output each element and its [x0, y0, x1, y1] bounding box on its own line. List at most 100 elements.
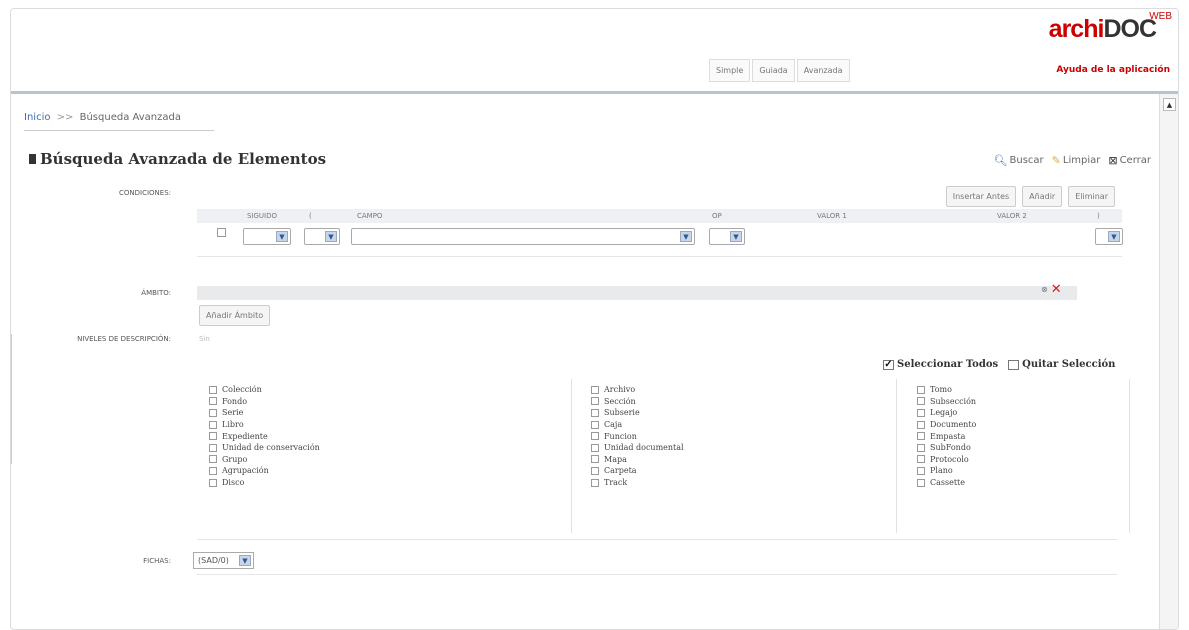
list-item[interactable]: Legajo [917, 407, 976, 419]
select-all-option[interactable]: ✓ Seleccionar Todos [883, 359, 998, 370]
close-button[interactable]: ⊠ Cerrar [1108, 154, 1151, 167]
checkbox[interactable] [591, 478, 599, 487]
list-item[interactable]: Disco [209, 477, 320, 489]
checkbox[interactable] [209, 420, 217, 429]
list-item[interactable]: Agrupación [209, 465, 320, 477]
list-item[interactable]: Colección [209, 384, 320, 396]
niveles-divider [197, 539, 1117, 540]
expand-icon[interactable]: ⊗ [1041, 285, 1048, 294]
list-item[interactable]: Unidad documental [591, 442, 684, 454]
checkbox[interactable] [591, 466, 599, 475]
chevron-down-icon: ▼ [276, 231, 288, 242]
checkbox[interactable] [917, 432, 925, 441]
vertical-scrollbar[interactable]: ▲ [1159, 94, 1178, 629]
checkbox[interactable] [591, 432, 599, 441]
item-label: Funcion [604, 431, 637, 441]
clear-button[interactable]: ✎ Limpiar [1052, 154, 1101, 167]
list-item[interactable]: Tomo [917, 384, 976, 396]
list-item[interactable]: Empasta [917, 430, 976, 442]
tab-guiada[interactable]: Guiada [752, 59, 795, 82]
checkbox[interactable] [591, 455, 599, 464]
checkbox[interactable] [591, 443, 599, 452]
list-item[interactable]: Unidad de conservación [209, 442, 320, 454]
clear-selection-option[interactable]: Quitar Selección [1008, 359, 1115, 370]
clear-button-label: Limpiar [1062, 155, 1101, 166]
page-title: Búsqueda Avanzada de Elementos [29, 150, 326, 168]
list-item[interactable]: SubFondo [917, 442, 976, 454]
list-item[interactable]: Expediente [209, 430, 320, 442]
search-button[interactable]: 🔍︎ Buscar [994, 154, 1044, 167]
list-item[interactable]: Serie [209, 407, 320, 419]
checkbox[interactable] [917, 385, 925, 394]
list-item[interactable]: Carpeta [591, 465, 684, 477]
list-item[interactable]: Libro [209, 419, 320, 431]
column-divider [1129, 379, 1130, 533]
add-condition-button[interactable]: Añadir [1022, 186, 1063, 207]
item-label: Carpeta [604, 466, 637, 476]
checkbox[interactable] [209, 432, 217, 441]
list-item[interactable]: Plano [917, 465, 976, 477]
list-item[interactable]: Documento [917, 419, 976, 431]
delete-icon[interactable]: ✕ [1051, 282, 1062, 297]
breadcrumb-home[interactable]: Inicio [24, 112, 50, 123]
list-item[interactable]: Archivo [591, 384, 684, 396]
list-item[interactable]: Cassette [917, 477, 976, 489]
delete-condition-button[interactable]: Eliminar [1068, 186, 1115, 207]
left-edge-marker [11, 334, 12, 464]
checkbox[interactable] [209, 385, 217, 394]
add-ambito-button[interactable]: Añadir Ámbito [199, 305, 271, 326]
checkbox[interactable] [209, 466, 217, 475]
item-label: Sección [604, 396, 636, 406]
ambito-label: ÁMBITO: [141, 289, 171, 297]
col-paren-open: ( [309, 212, 312, 220]
list-item[interactable]: Sección [591, 396, 684, 408]
fichas-select[interactable]: (SAD/0) ▼ [193, 552, 254, 569]
item-label: Subsección [930, 396, 977, 406]
help-link[interactable]: Ayuda de la aplicación [1056, 65, 1170, 75]
checkbox[interactable] [917, 420, 925, 429]
checkbox[interactable] [209, 443, 217, 452]
list-item[interactable]: Fondo [209, 396, 320, 408]
ambito-field[interactable] [197, 286, 1077, 300]
list-item[interactable]: Caja [591, 419, 684, 431]
insert-before-button[interactable]: Insertar Antes [945, 186, 1017, 207]
checkbox[interactable] [209, 455, 217, 464]
list-item[interactable]: Subserie [591, 407, 684, 419]
list-item[interactable]: Subsección [917, 396, 976, 408]
list-item[interactable]: Grupo [209, 454, 320, 466]
checkbox[interactable] [591, 408, 599, 417]
col-op: OP [712, 212, 722, 220]
paren-close-select[interactable]: ▼ [1095, 228, 1123, 245]
campo-select[interactable]: ▼ [351, 228, 695, 245]
logo-doc: DOC [1103, 15, 1157, 43]
checkbox[interactable] [591, 420, 599, 429]
paren-open-select[interactable]: ▼ [304, 228, 340, 245]
condition-row-checkbox[interactable] [217, 228, 226, 237]
checkbox[interactable] [591, 397, 599, 406]
list-item[interactable]: Mapa [591, 454, 684, 466]
checkbox[interactable] [591, 385, 599, 394]
breadcrumb-separator: >> [56, 112, 74, 123]
checkbox[interactable] [209, 408, 217, 417]
checkbox[interactable] [917, 443, 925, 452]
conditions-table: SIGUIDO ( CAMPO OP VALOR 1 VALOR 2 ) ▼ ▼… [197, 209, 1123, 251]
checkbox[interactable] [917, 466, 925, 475]
checkbox[interactable] [917, 408, 925, 417]
scroll-up-icon[interactable]: ▲ [1163, 98, 1176, 111]
checkbox[interactable] [917, 478, 925, 487]
tab-simple[interactable]: Simple [709, 59, 751, 82]
list-item[interactable]: Track [591, 477, 684, 489]
list-item[interactable]: Protocolo [917, 454, 976, 466]
list-item[interactable]: Funcion [591, 430, 684, 442]
checkbox[interactable] [917, 455, 925, 464]
checkbox[interactable] [209, 478, 217, 487]
checkbox[interactable] [209, 397, 217, 406]
main-content: Inicio >> Búsqueda Avanzada Búsqueda Ava… [11, 94, 1161, 629]
tab-avanzada[interactable]: Avanzada [796, 59, 850, 82]
clear-selection-label: Quitar Selección [1022, 359, 1116, 370]
op-select[interactable]: ▼ [709, 228, 745, 245]
checkbox[interactable] [917, 397, 925, 406]
app-window: archiDOC WEB Ayuda de la aplicación Simp… [10, 8, 1179, 630]
sigue-select[interactable]: ▼ [243, 228, 291, 245]
breadcrumb-underline [24, 130, 214, 131]
